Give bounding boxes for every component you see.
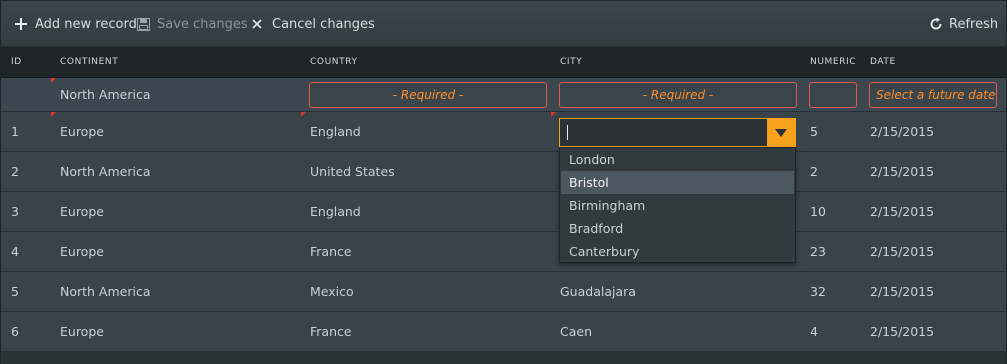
add-new-record-label: Add new record	[35, 16, 137, 32]
cell-country[interactable]: England	[310, 192, 361, 232]
add-new-record-button[interactable]: Add new record	[15, 1, 137, 47]
close-icon	[252, 19, 266, 29]
refresh-icon	[929, 17, 943, 31]
cell-city[interactable]: Guadalajara	[560, 272, 636, 312]
cell-country[interactable]: England	[310, 112, 361, 152]
new-row-city-input[interactable]: - Required -	[559, 82, 797, 108]
table-row[interactable]: 5 North America Mexico Guadalajara 32 2/…	[1, 272, 1006, 312]
dirty-cell-marker	[551, 112, 556, 117]
column-header-id[interactable]: ID	[11, 47, 22, 78]
cell-numeric[interactable]: 32	[810, 272, 826, 312]
new-row-country-input[interactable]: - Required -	[309, 82, 547, 108]
cell-numeric[interactable]: 4	[810, 312, 818, 352]
cell-id: 5	[11, 284, 19, 299]
cell-country[interactable]: Mexico	[310, 272, 354, 312]
new-row-date-input[interactable]: Select a future date	[869, 82, 997, 108]
cancel-changes-button[interactable]: Cancel changes	[252, 1, 375, 47]
cell-id: 6	[11, 324, 19, 339]
cell-date[interactable]: 2/15/2015	[870, 112, 934, 152]
cell-date[interactable]: 2/15/2015	[870, 272, 934, 312]
data-grid: Add new record Save changes Cancel chang…	[0, 0, 1007, 364]
column-header-date[interactable]: DATE	[870, 47, 896, 78]
cell-continent[interactable]: Europe	[60, 112, 104, 152]
cell-numeric[interactable]: 23	[810, 232, 826, 272]
city-combobox-toggle[interactable]	[767, 119, 795, 146]
cell-id: 3	[11, 204, 19, 219]
dropdown-option[interactable]: Canterbury	[561, 240, 794, 263]
save-changes-label: Save changes	[157, 16, 248, 32]
city-combobox[interactable]	[559, 118, 796, 147]
refresh-button[interactable]: Refresh	[929, 1, 998, 47]
column-header-continent[interactable]: CONTINENT	[60, 47, 118, 78]
table-row[interactable]: 1 Europe England 5 2/15/2015	[1, 112, 1006, 152]
column-header-country[interactable]: COUNTRY	[310, 47, 358, 78]
grid-toolbar: Add new record Save changes Cancel chang…	[1, 1, 1006, 47]
cell-date[interactable]: 2/15/2015	[870, 312, 934, 352]
cell-date[interactable]: 2/15/2015	[870, 232, 934, 272]
refresh-label: Refresh	[949, 16, 999, 32]
cell-continent[interactable]: Europe	[60, 232, 104, 272]
grid-footer	[1, 352, 1006, 364]
cell-numeric[interactable]: 10	[810, 192, 826, 232]
column-header-row: ID CONTINENT COUNTRY CITY NUMERIC DATE	[1, 47, 1006, 78]
plus-icon	[15, 18, 29, 30]
chevron-down-icon	[775, 129, 787, 137]
cell-date[interactable]: 2/15/2015	[870, 152, 934, 192]
city-dropdown-list: London Bristol Birmingham Bradford Cante…	[559, 147, 796, 263]
new-row-numeric-input[interactable]	[809, 82, 857, 108]
cell-continent[interactable]: Europe	[60, 312, 104, 352]
column-header-city[interactable]: CITY	[560, 47, 582, 78]
cancel-changes-label: Cancel changes	[272, 16, 375, 32]
text-caret	[567, 125, 568, 140]
cell-country[interactable]: France	[310, 312, 352, 352]
cell-city[interactable]: Caen	[560, 312, 592, 352]
new-row-continent[interactable]: North America	[60, 78, 151, 112]
cell-numeric[interactable]: 2	[810, 152, 818, 192]
cell-continent[interactable]: Europe	[60, 192, 104, 232]
dirty-cell-marker	[51, 112, 56, 117]
dropdown-option[interactable]: Bradford	[561, 217, 794, 240]
cell-id: 2	[11, 164, 19, 179]
cell-id: 4	[11, 244, 19, 259]
cell-country[interactable]: France	[310, 232, 352, 272]
table-row[interactable]: 4 Europe France 23 2/15/2015	[1, 232, 1006, 272]
dropdown-option-selected[interactable]: Bristol	[561, 171, 794, 194]
cell-country[interactable]: United States	[310, 152, 395, 192]
new-record-row: North America - Required - - Required - …	[1, 78, 1006, 112]
save-icon	[137, 17, 151, 31]
cell-id: 1	[11, 124, 19, 139]
dropdown-option[interactable]: London	[561, 148, 794, 171]
table-row[interactable]: 2 North America United States 2 2/15/201…	[1, 152, 1006, 192]
save-changes-button[interactable]: Save changes	[137, 1, 248, 47]
city-combobox-input[interactable]	[560, 119, 767, 146]
cell-continent[interactable]: North America	[60, 272, 151, 312]
dirty-cell-marker	[301, 112, 306, 117]
table-row[interactable]: 6 Europe France Caen 4 2/15/2015	[1, 312, 1006, 352]
cell-continent[interactable]: North America	[60, 152, 151, 192]
cell-date[interactable]: 2/15/2015	[870, 192, 934, 232]
dirty-cell-marker	[51, 78, 56, 83]
cell-numeric[interactable]: 5	[810, 112, 818, 152]
table-row[interactable]: 3 Europe England 10 2/15/2015	[1, 192, 1006, 232]
column-header-numeric[interactable]: NUMERIC	[810, 47, 856, 78]
dropdown-option[interactable]: Birmingham	[561, 194, 794, 217]
